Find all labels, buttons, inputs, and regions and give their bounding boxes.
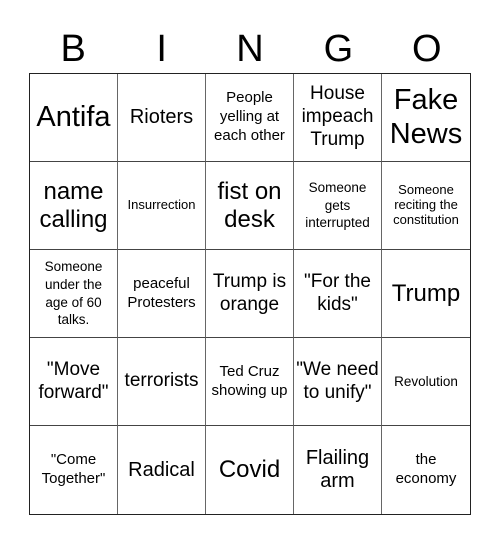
bingo-cell[interactable]: Trump is orange: [206, 250, 294, 338]
bingo-cell[interactable]: name calling: [30, 162, 118, 250]
bingo-cell[interactable]: Someone under the age of 60 talks.: [30, 250, 118, 338]
bingo-cell[interactable]: "For the kids": [294, 250, 382, 338]
bingo-cell[interactable]: peaceful Protesters: [118, 250, 206, 338]
bingo-cell[interactable]: Someone gets interrupted: [294, 162, 382, 250]
header-letter-n: N: [236, 28, 264, 70]
header-letter-g: G: [323, 28, 354, 70]
bingo-header: B I N G O: [29, 26, 471, 72]
bingo-cell[interactable]: the economy: [382, 426, 470, 514]
bingo-cell[interactable]: Flailing arm: [294, 426, 382, 514]
bingo-cell[interactable]: Insurrection: [118, 162, 206, 250]
bingo-cell[interactable]: "We need to unify": [294, 338, 382, 426]
header-letter-i: I: [156, 28, 167, 70]
bingo-cell[interactable]: terrorists: [118, 338, 206, 426]
bingo-cell[interactable]: fist on desk: [206, 162, 294, 250]
bingo-grid: Antifa Rioters People yelling at each ot…: [29, 73, 471, 515]
bingo-cell[interactable]: People yelling at each other: [206, 74, 294, 162]
bingo-cell[interactable]: Antifa: [30, 74, 118, 162]
header-letter-b: B: [60, 28, 86, 70]
bingo-cell[interactable]: Ted Cruz showing up: [206, 338, 294, 426]
bingo-cell[interactable]: Radical: [118, 426, 206, 514]
header-letter-o: O: [412, 28, 442, 70]
bingo-cell[interactable]: House impeach Trump: [294, 74, 382, 162]
bingo-cell[interactable]: "Come Together": [30, 426, 118, 514]
bingo-cell[interactable]: Revolution: [382, 338, 470, 426]
bingo-cell[interactable]: Rioters: [118, 74, 206, 162]
bingo-cell[interactable]: "Move forward": [30, 338, 118, 426]
bingo-cell[interactable]: Fake News: [382, 74, 470, 162]
bingo-cell[interactable]: Someone reciting the constitution: [382, 162, 470, 250]
bingo-cell[interactable]: Trump: [382, 250, 470, 338]
bingo-cell[interactable]: Covid: [206, 426, 294, 514]
